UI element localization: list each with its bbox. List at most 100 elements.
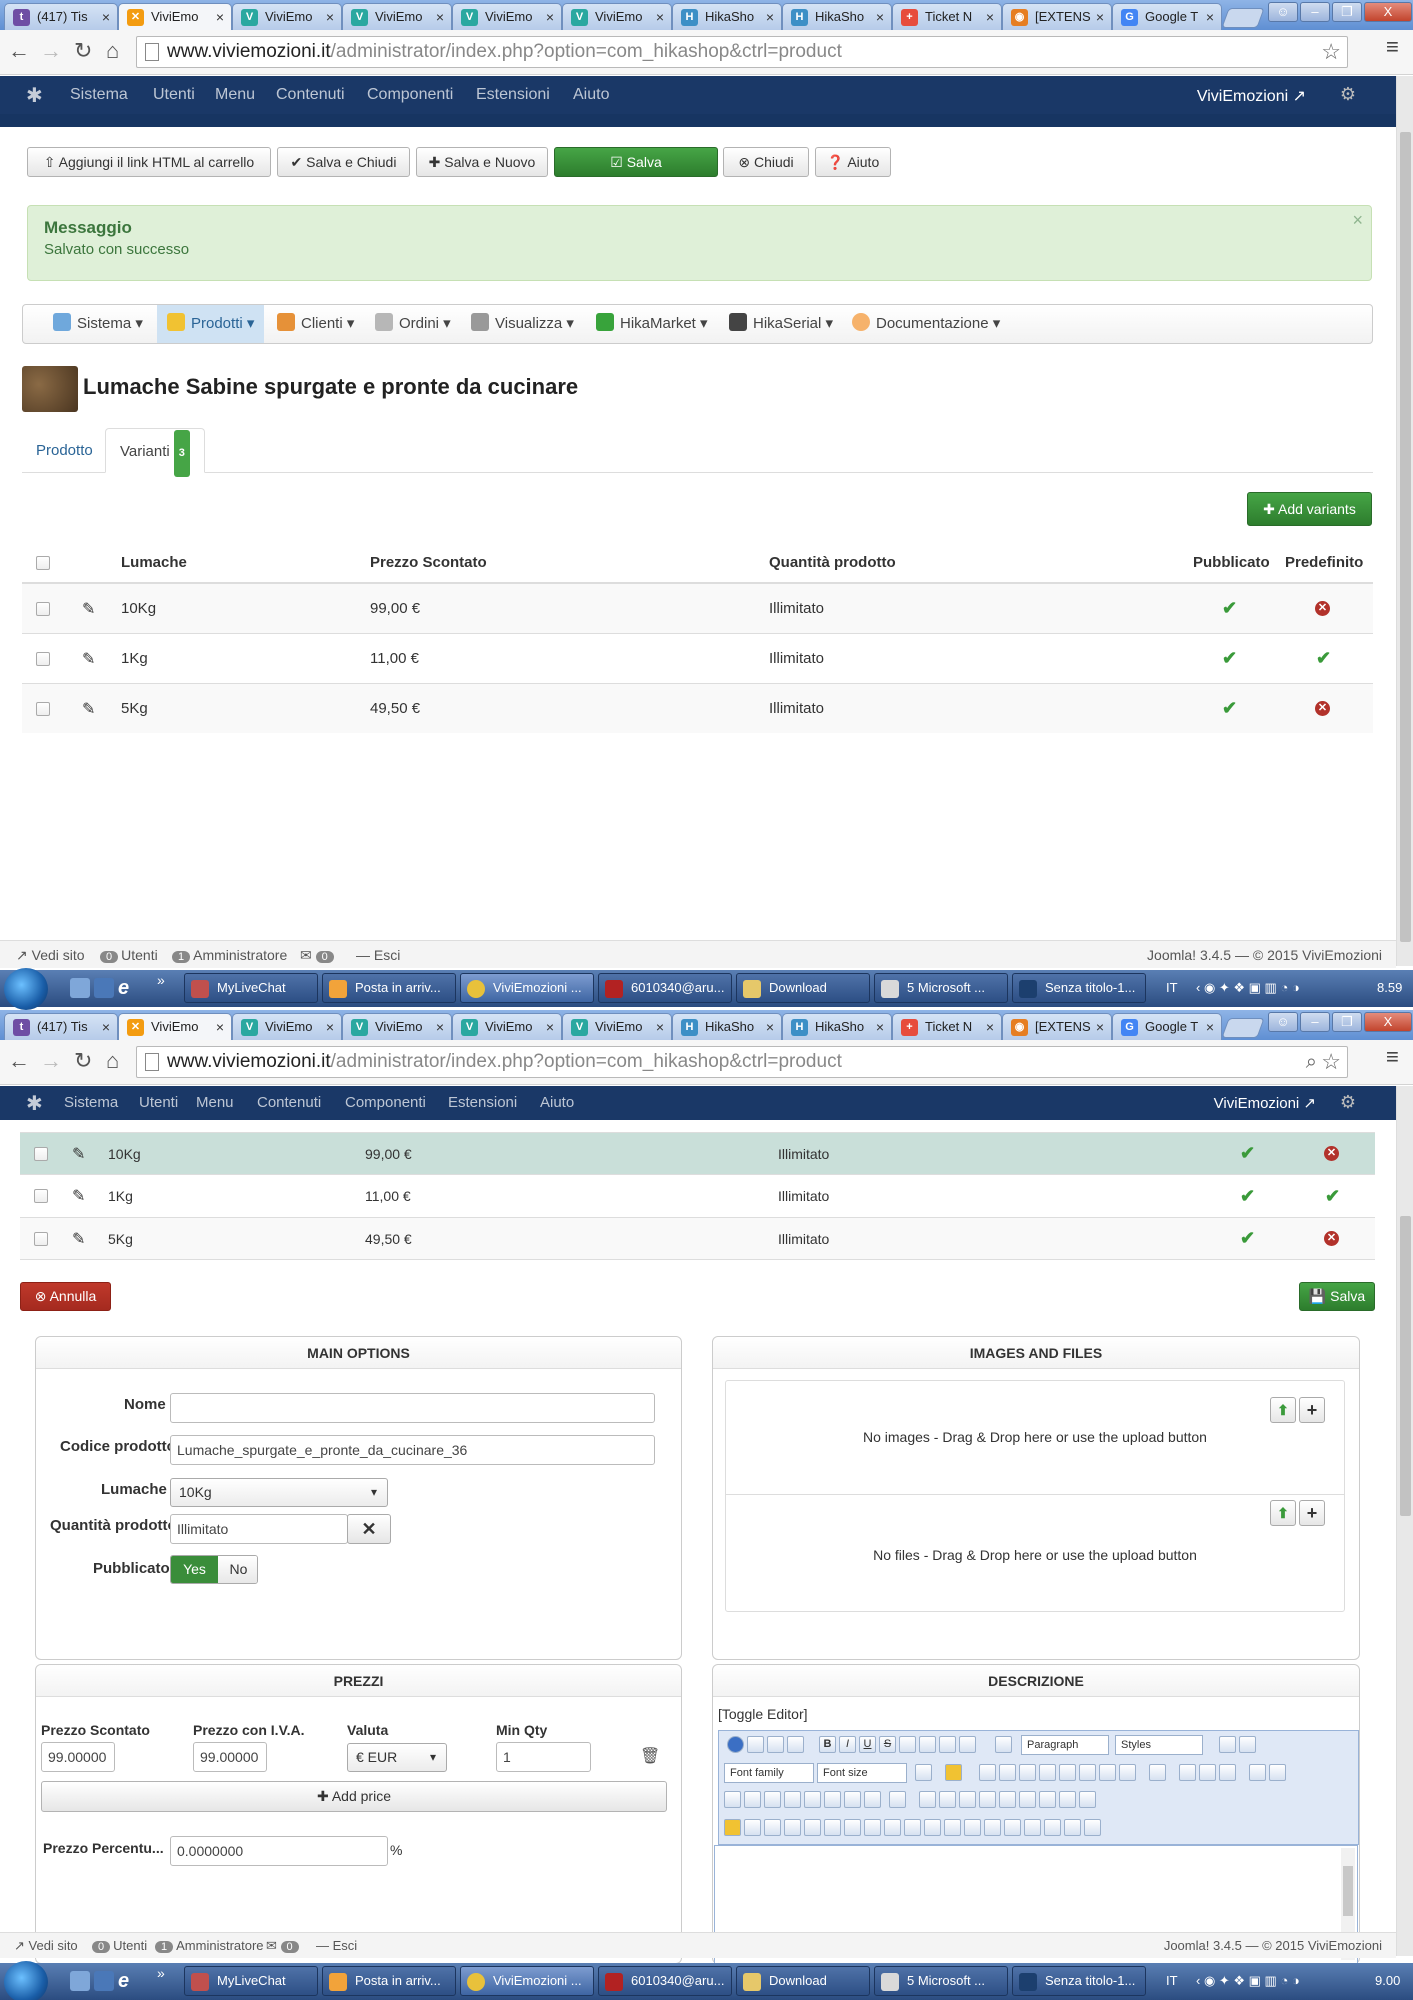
search-icon[interactable]: ⌕: [1306, 1047, 1317, 1077]
home-icon[interactable]: ⌂: [106, 1048, 119, 1074]
site-link[interactable]: ViviEmozioni ↗: [1214, 1094, 1316, 1112]
desktop-icon[interactable]: [70, 978, 90, 998]
align-justify-icon[interactable]: [899, 1736, 916, 1753]
row-checkbox[interactable]: [36, 601, 50, 616]
menu-contenuti[interactable]: Contenuti: [257, 1094, 321, 1111]
language-indicator[interactable]: IT: [1166, 1973, 1178, 1988]
browser-tab[interactable]: ◉ [EXTENS ×: [1002, 3, 1112, 30]
qty-input[interactable]: Illimitato: [170, 1514, 348, 1544]
not-default-icon[interactable]: ✕: [1324, 1231, 1339, 1246]
hikanav-sistema[interactable]: Sistema ▾: [53, 305, 143, 343]
row-checkbox[interactable]: [36, 701, 50, 716]
tab-prodotto[interactable]: Prodotto: [22, 428, 107, 473]
anchor-icon[interactable]: [764, 1819, 781, 1836]
omega-icon[interactable]: [1249, 1764, 1266, 1781]
table-row[interactable]: ✎ 5Kg 49,50 € Illimitato ✔ ✕: [20, 1217, 1375, 1260]
acronym-icon[interactable]: [824, 1819, 841, 1836]
close-tab-icon[interactable]: ×: [876, 1014, 884, 1040]
language-indicator[interactable]: IT: [1166, 980, 1178, 995]
min-qty-input[interactable]: 1: [496, 1742, 591, 1772]
bookmark-star-icon[interactable]: ☆: [1321, 37, 1341, 67]
forward-icon[interactable]: →: [40, 1048, 62, 1074]
bold-icon[interactable]: B: [819, 1736, 836, 1753]
add-image-icon[interactable]: +: [1299, 1397, 1325, 1423]
cancel-button[interactable]: ⊗ Annulla: [20, 1282, 111, 1311]
visualaid-icon[interactable]: [1004, 1819, 1021, 1836]
save-button[interactable]: ☑ Salva: [554, 147, 718, 177]
messages-status[interactable]: ✉ 0: [266, 1938, 302, 1954]
user-icon[interactable]: ☺: [1268, 1012, 1298, 1032]
close-tab-icon[interactable]: ×: [546, 4, 554, 30]
more-icon[interactable]: »: [157, 1965, 171, 1985]
attribs-icon[interactable]: [904, 1819, 921, 1836]
codice-input[interactable]: Lumache_spurgate_e_pronte_da_cucinare_36: [170, 1435, 655, 1465]
taskbar-filezilla[interactable]: 6010340@aru...: [598, 973, 732, 1003]
browser-tab[interactable]: V ViviEmo ×: [452, 1013, 562, 1040]
tray-icons[interactable]: ‹ ◉ ✦ ❖ ▣ ▥ ◔ ◑: [1196, 980, 1300, 996]
new-doc-icon[interactable]: [747, 1736, 764, 1753]
percent-input[interactable]: 0.0000000: [170, 1836, 388, 1866]
code-icon[interactable]: [804, 1791, 821, 1808]
table-row[interactable]: ✎ 5Kg 49,50 € Illimitato ✔ ✕: [22, 683, 1373, 733]
taskbar-posta[interactable]: Posta in arriv...: [322, 1966, 456, 1996]
align-center-icon[interactable]: [919, 1736, 936, 1753]
browser-tab[interactable]: V ViviEmo ×: [232, 1013, 342, 1040]
published-check-icon[interactable]: ✔: [1240, 1143, 1255, 1164]
hikanav-visualizza[interactable]: Visualizza ▾: [471, 305, 574, 343]
align-left-icon[interactable]: [939, 1736, 956, 1753]
pagebreak-icon[interactable]: [984, 1819, 1001, 1836]
close-tab-icon[interactable]: ×: [876, 4, 884, 30]
italic-icon[interactable]: I: [839, 1736, 856, 1753]
yes-option[interactable]: Yes: [171, 1556, 218, 1583]
close-tab-icon[interactable]: ×: [986, 1014, 994, 1040]
ins-icon[interactable]: [884, 1819, 901, 1836]
bookmark-star-icon[interactable]: ☆: [1321, 1047, 1341, 1077]
not-default-icon[interactable]: ✕: [1324, 1146, 1339, 1161]
brush-icon[interactable]: [1239, 1736, 1256, 1753]
redo-icon[interactable]: [787, 1736, 804, 1753]
hikanav-hikaserial[interactable]: HikaSerial ▾: [729, 305, 833, 343]
browser-tab[interactable]: + Ticket N ×: [892, 3, 1002, 30]
browser-tab[interactable]: H HikaSho ×: [782, 3, 892, 30]
close-tab-icon[interactable]: ×: [1206, 1014, 1214, 1040]
indent-icon[interactable]: [1079, 1764, 1096, 1781]
strike-icon[interactable]: S: [879, 1736, 896, 1753]
menu-estensioni[interactable]: Estensioni: [448, 1094, 517, 1111]
trash-icon[interactable]: 🗑: [640, 1746, 660, 1766]
clock[interactable]: 8.59: [1377, 980, 1402, 995]
scrollbar-thumb[interactable]: [1400, 132, 1411, 942]
table-row[interactable]: ✎ 10Kg 99,00 € Illimitato ✔ ✕: [20, 1132, 1375, 1174]
hikanav-hikamarket[interactable]: HikaMarket ▾: [596, 305, 708, 343]
browser-tab[interactable]: V ViviEmo ×: [342, 1013, 452, 1040]
ie-icon[interactable]: e: [118, 1971, 138, 1991]
styles-select[interactable]: Styles: [1115, 1735, 1203, 1755]
start-button[interactable]: [4, 1961, 48, 2000]
nbsp-icon[interactable]: [944, 1819, 961, 1836]
align-right-icon[interactable]: [959, 1736, 976, 1753]
del-icon[interactable]: [864, 1819, 881, 1836]
template-icon[interactable]: [784, 1791, 801, 1808]
close-tab-icon[interactable]: ×: [766, 1014, 774, 1040]
new-tab-button[interactable]: [1221, 8, 1265, 28]
paragraph-select[interactable]: Paragraph: [1021, 1735, 1109, 1755]
taskbar-download[interactable]: Download: [736, 973, 870, 1003]
default-check-icon[interactable]: ✔: [1316, 648, 1331, 669]
menu-aiuto[interactable]: Aiuto: [573, 86, 609, 104]
browser-tab[interactable]: G Google T ×: [1112, 1013, 1222, 1040]
spellcheck-icon[interactable]: [889, 1791, 906, 1808]
clear-qty-button[interactable]: ✕: [347, 1514, 391, 1544]
close-tab-icon[interactable]: ×: [216, 4, 224, 30]
minimize-button[interactable]: –: [1300, 1012, 1330, 1032]
search-replace-icon[interactable]: [844, 1791, 861, 1808]
published-check-icon[interactable]: ✔: [1222, 698, 1237, 719]
close-tab-icon[interactable]: ×: [436, 4, 444, 30]
forward-icon[interactable]: →: [40, 38, 62, 64]
menu-utenti[interactable]: Utenti: [153, 86, 195, 104]
close-tab-icon[interactable]: ×: [216, 1014, 224, 1040]
row-checkbox[interactable]: [36, 651, 50, 666]
view-site-link[interactable]: ↗ Vedi sito: [14, 1938, 78, 1954]
upload-image-icon[interactable]: ⬆: [1270, 1397, 1296, 1423]
edit-pencil-icon[interactable]: ✎: [72, 1229, 85, 1249]
menu-componenti[interactable]: Componenti: [345, 1094, 426, 1111]
table-col-icon[interactable]: [959, 1791, 976, 1808]
